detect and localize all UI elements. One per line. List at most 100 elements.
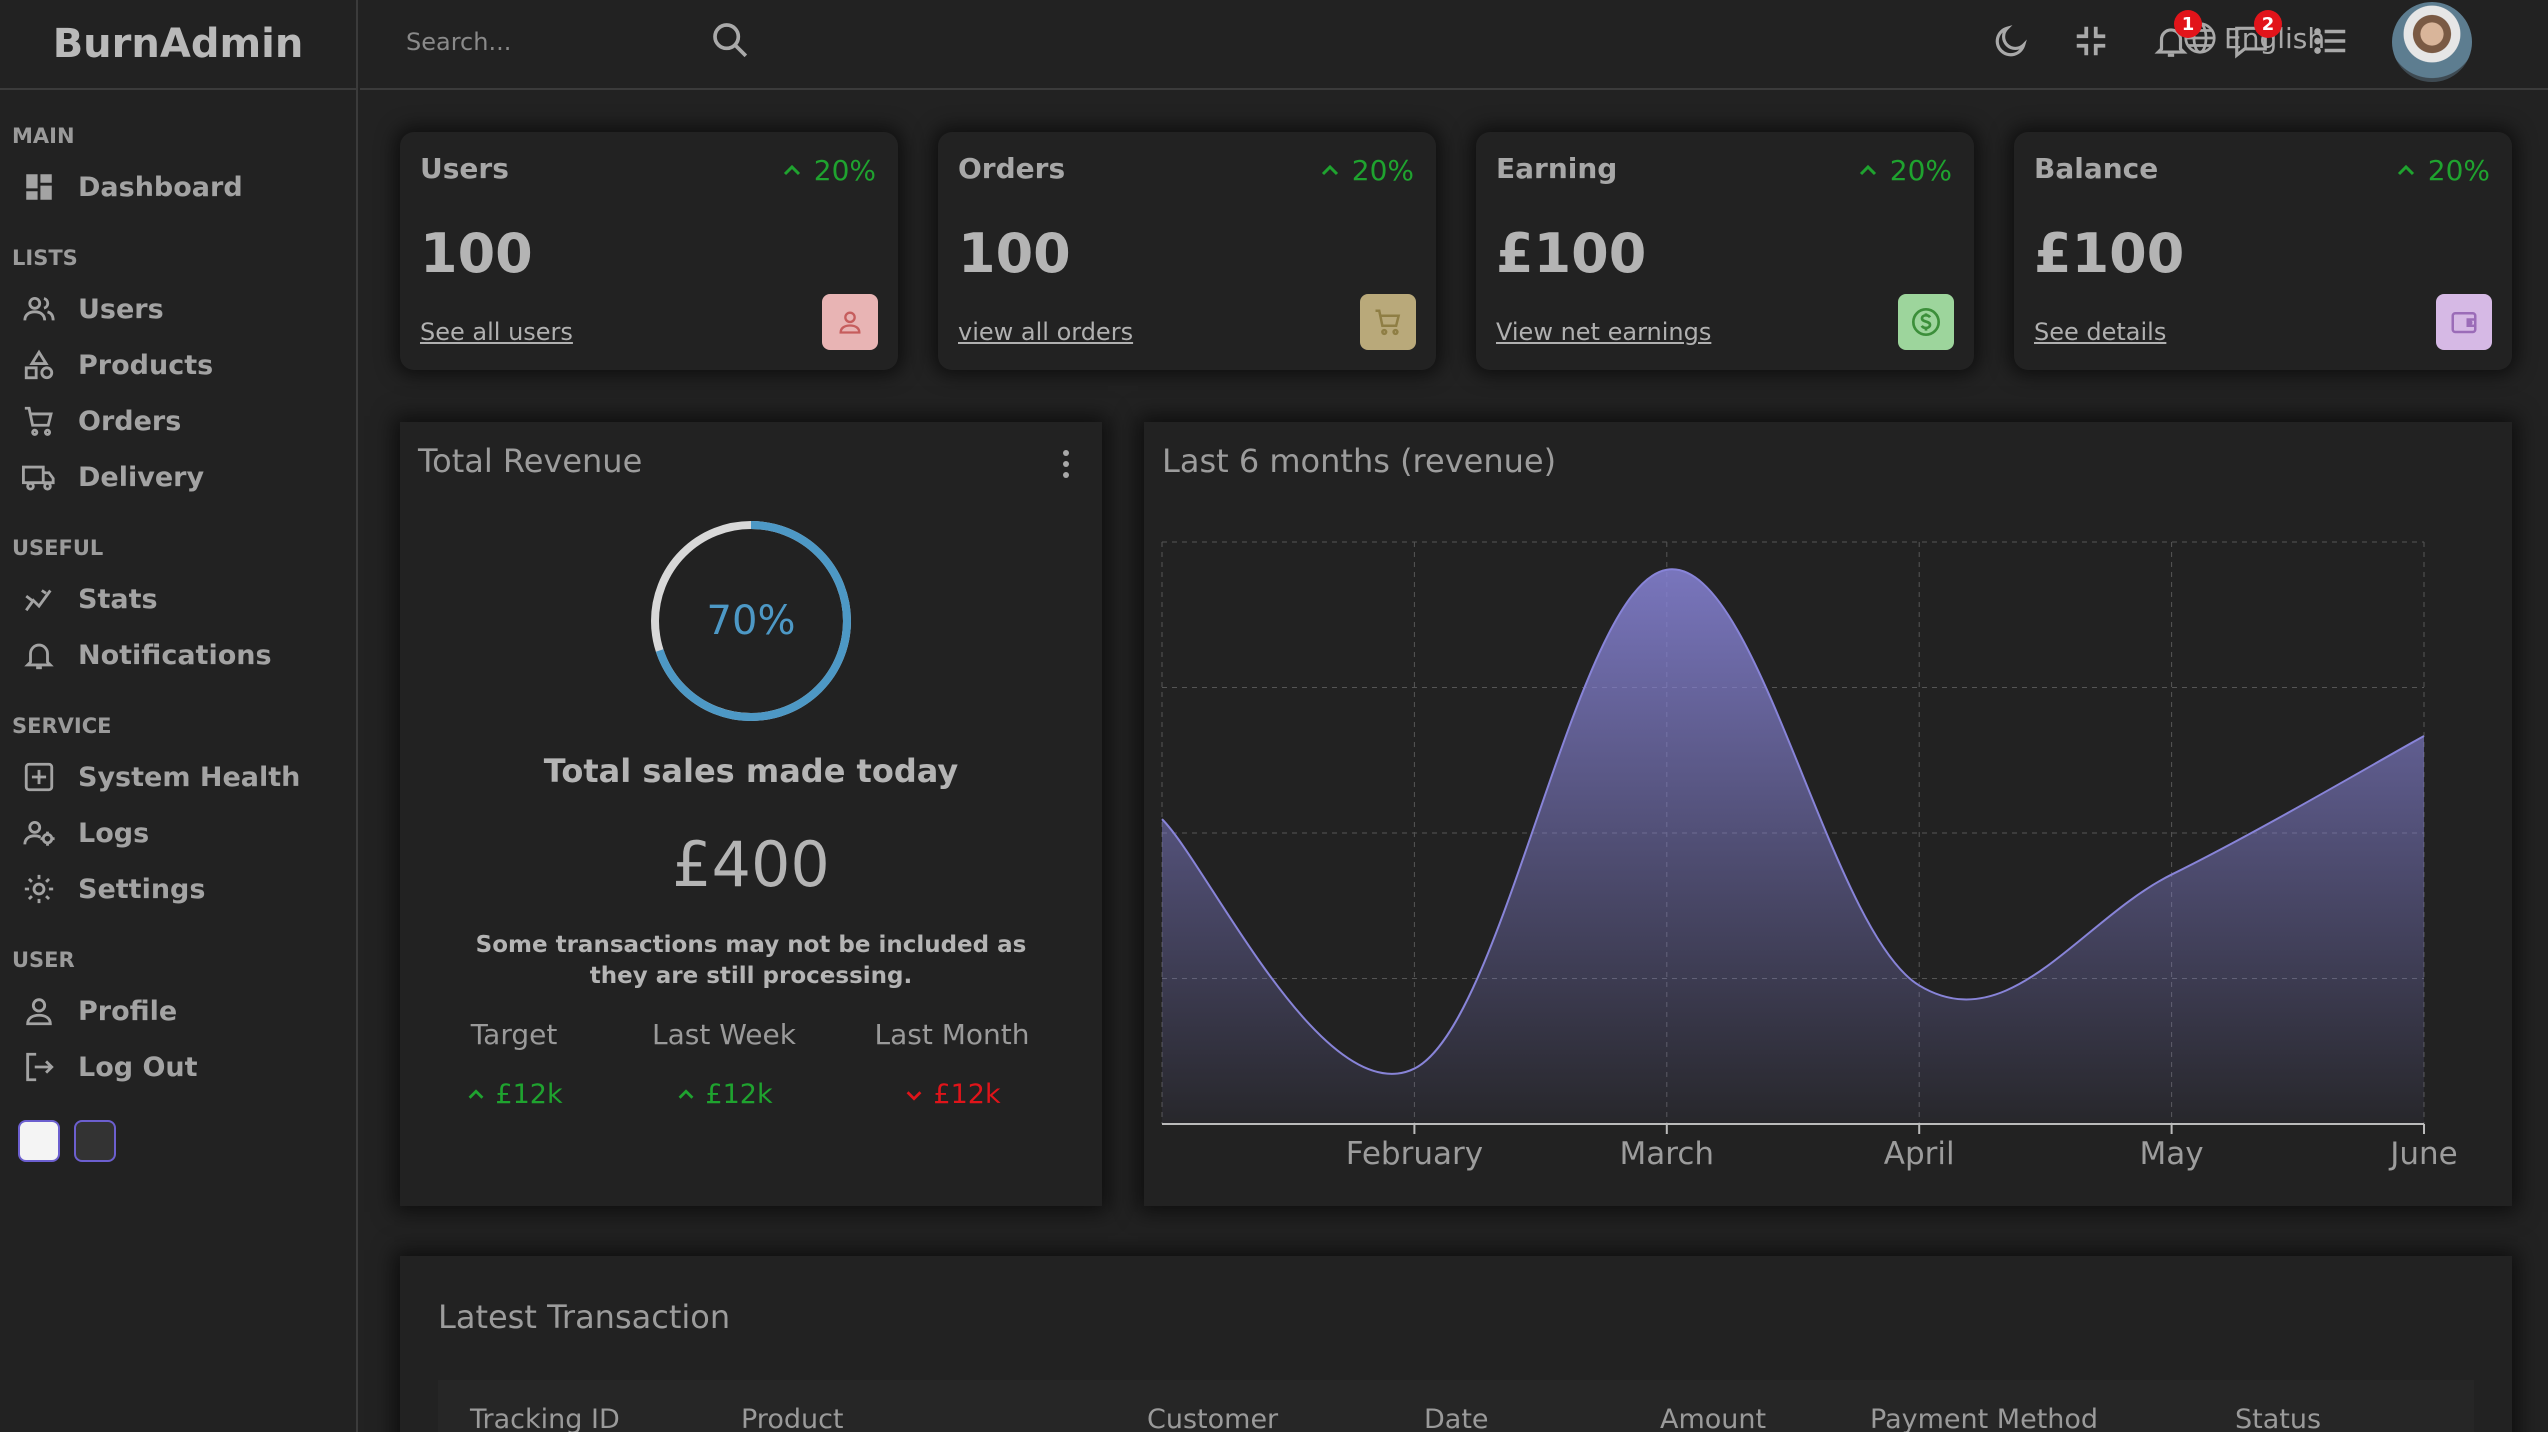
x-tick-label: February — [1346, 1136, 1483, 1172]
search-input[interactable] — [406, 22, 706, 62]
section-title-user: USER — [12, 948, 75, 972]
x-tick-label: March — [1620, 1136, 1715, 1172]
stat-last-week: Last Week £12k — [614, 1018, 834, 1110]
featured-title: Total Revenue — [418, 442, 643, 480]
arrow-down-icon — [907, 1090, 922, 1101]
topbar: English 1 2 — [360, 0, 2548, 90]
stat-amount: £12k — [842, 1079, 1062, 1110]
sidebar-item-notifications[interactable]: Notifications — [22, 632, 342, 678]
table-header-amount[interactable]: Amount — [1660, 1404, 1766, 1432]
sidebar-item-settings[interactable]: Settings — [22, 866, 342, 912]
widget-link[interactable]: View net earnings — [1496, 318, 1711, 346]
theme-swatch-dark[interactable] — [74, 1120, 116, 1162]
widget-balance: Balance 20% £100 See details — [2014, 132, 2512, 370]
widget-percentage: 20% — [780, 154, 876, 187]
widget-value: 100 — [420, 222, 533, 285]
widget-percent-value: 20% — [2427, 154, 2490, 187]
avatar[interactable] — [2392, 2, 2472, 82]
sidebar: BurnAdmin MAIN Dashboard LISTS Users Pro… — [0, 0, 358, 1432]
sidebar-item-label: Logs — [78, 817, 150, 849]
widget-value: 100 — [958, 222, 1071, 285]
sidebar-item-stats[interactable]: Stats — [22, 576, 342, 622]
plus-box-icon — [24, 762, 54, 792]
table-header-product[interactable]: Product — [741, 1404, 844, 1432]
widget-percentage: 20% — [1318, 154, 1414, 187]
moon-icon[interactable] — [1992, 22, 2030, 60]
section-title-main: MAIN — [12, 124, 75, 148]
table-header-payment-method[interactable]: Payment Method — [1870, 1404, 2098, 1432]
table-header-customer[interactable]: Customer — [1147, 1404, 1278, 1432]
bell-icon — [24, 643, 54, 670]
sidebar-item-system-health[interactable]: System Health — [22, 754, 342, 800]
sidebar-item-orders[interactable]: Orders — [22, 398, 342, 444]
sidebar-item-dashboard[interactable]: Dashboard — [22, 164, 342, 210]
arrow-up-icon — [679, 1088, 694, 1099]
logout-icon — [26, 1052, 54, 1082]
widget-value: £100 — [2034, 222, 2185, 285]
arrow-up-icon — [783, 164, 800, 175]
widget-percent-value: 20% — [1351, 154, 1414, 187]
widget-percent-value: 20% — [1889, 154, 1952, 187]
widget-percentage: 20% — [1856, 154, 1952, 187]
widget-link[interactable]: See details — [2034, 318, 2166, 346]
list-icon[interactable] — [2312, 22, 2350, 60]
featured-subtitle: Total sales made today — [543, 752, 959, 790]
x-tick-label: April — [1884, 1136, 1955, 1172]
more-vert-icon[interactable] — [1060, 448, 1072, 484]
sidebar-item-delivery[interactable]: Delivery — [22, 454, 342, 500]
gear-icon — [24, 874, 54, 904]
table-header-status[interactable]: Status — [2235, 1404, 2321, 1432]
cart-icon — [24, 406, 53, 436]
theme-swatch-light[interactable] — [18, 1120, 60, 1162]
sidebar-item-products[interactable]: Products — [22, 342, 342, 388]
widget-percentage: 20% — [2394, 154, 2490, 187]
sidebar-item-users[interactable]: Users — [22, 286, 342, 332]
featured-panel: Total Revenue 70% Total sales made today… — [400, 422, 1102, 1206]
stats-icon — [25, 589, 52, 612]
sidebar-item-logout[interactable]: Log Out — [22, 1044, 342, 1090]
wallet-icon — [2436, 294, 2492, 350]
stat-amount-value: £12k — [705, 1079, 773, 1110]
widget-title: Earning — [1496, 152, 1618, 185]
table-header-tracking-id[interactable]: Tracking ID — [470, 1404, 620, 1432]
widget-title: Balance — [2034, 152, 2159, 185]
search-icon[interactable] — [710, 20, 750, 60]
sidebar-item-logs[interactable]: Logs — [22, 810, 342, 856]
sidebar-item-label: Notifications — [78, 639, 272, 671]
widget-percent-value: 20% — [813, 154, 876, 187]
sidebar-item-profile[interactable]: Profile — [22, 988, 342, 1034]
x-tick-label: June — [2388, 1136, 2458, 1172]
area-fill — [1162, 569, 2424, 1124]
sidebar-item-label: System Health — [78, 761, 301, 793]
profile-icon — [26, 998, 52, 1026]
person-icon — [822, 294, 878, 350]
app-logo[interactable]: BurnAdmin — [53, 21, 304, 67]
dashboard-icon — [26, 174, 52, 200]
progress-label: 70% — [707, 598, 796, 644]
arrow-up-icon — [2397, 164, 2414, 175]
sidebar-item-label: Log Out — [78, 1051, 198, 1083]
section-title-service: SERVICE — [12, 714, 112, 738]
arrow-up-icon — [1321, 164, 1338, 175]
stat-amount-value: £12k — [495, 1079, 563, 1110]
stat-label: Last Week — [652, 1018, 796, 1051]
sidebar-item-label: Dashboard — [78, 171, 243, 203]
arrow-up-icon — [469, 1088, 484, 1099]
section-title-lists: LISTS — [12, 246, 78, 270]
widget-link[interactable]: See all users — [420, 318, 573, 346]
stat-label: Target — [470, 1018, 558, 1051]
widget-earning: Earning 20% £100 View net earnings — [1476, 132, 1974, 370]
logo-area: BurnAdmin — [0, 0, 356, 90]
arrow-up-icon — [1859, 164, 1876, 175]
messages-badge: 2 — [2254, 10, 2282, 38]
sidebar-item-label: Delivery — [78, 461, 205, 493]
notifications-badge: 1 — [2174, 10, 2202, 38]
widget-title: Orders — [958, 152, 1066, 185]
featured-note: Some transactions may not be included as… — [475, 932, 1027, 989]
sidebar-item-label: Products — [78, 349, 214, 381]
stat-amount: £12k — [614, 1079, 834, 1110]
products-icon — [24, 349, 54, 380]
widget-link[interactable]: view all orders — [958, 318, 1133, 346]
fullscreen-exit-icon[interactable] — [2072, 22, 2110, 60]
table-header-date[interactable]: Date — [1424, 1404, 1489, 1432]
